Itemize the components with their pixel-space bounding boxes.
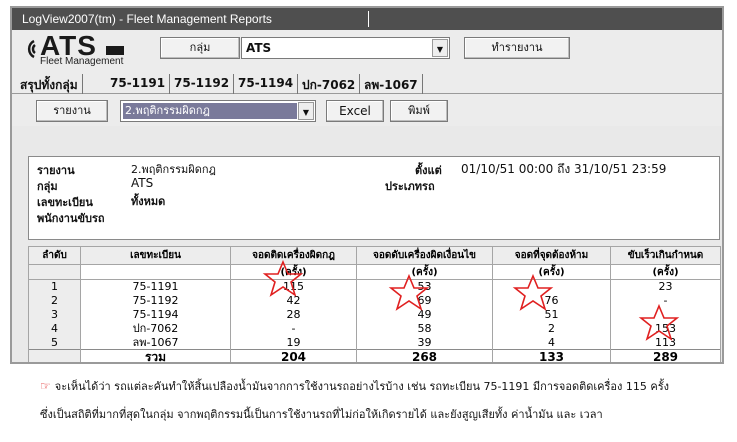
row-plate: 75-1191 xyxy=(80,279,231,294)
col-header-plate[interactable]: เลขทะเบียน xyxy=(80,246,231,265)
col-header-index[interactable]: ลำดับ xyxy=(28,246,81,265)
logo-subtitle: Fleet Management xyxy=(40,56,124,67)
violation-table: ลำดับ เลขทะเบียน จอดติดเครื่องผิดกฎ จอดด… xyxy=(28,246,721,362)
row-idle: - xyxy=(230,321,357,336)
tab-pk-7062[interactable]: ปก-7062 xyxy=(298,74,361,94)
pointing-hand-icon: ☞ xyxy=(40,379,51,393)
table-row[interactable]: 3 75-1194 28 49 51 xyxy=(28,307,721,322)
explanation-caption: ☞ จะเห็นได้ว่า รถแต่ละคันทำให้สิ้นเปลืองน… xyxy=(40,372,730,429)
unit-cell: (ครั้ง) xyxy=(610,264,721,280)
total-label: รวม xyxy=(80,349,231,362)
row-plate: ปก-7062 xyxy=(80,321,231,336)
row-overspeed: 23 xyxy=(610,279,721,294)
chevron-down-icon[interactable]: ▼ xyxy=(298,102,314,120)
row-plate: 75-1192 xyxy=(80,293,231,308)
row-overspeed: 153 xyxy=(610,321,721,336)
row-engine-off: 39 xyxy=(356,335,493,350)
title-bar: LogView2007(tm) - Fleet Management Repor… xyxy=(12,8,722,30)
col-header-forbidden-stop[interactable]: จอดที่จุดต้องห้าม xyxy=(492,246,611,265)
table-row[interactable]: 5 ลพ-1067 19 39 4 113 xyxy=(28,335,721,350)
row-overspeed: - xyxy=(610,293,721,308)
report-label-button[interactable]: รายงาน xyxy=(36,100,108,122)
tab-summary[interactable]: สรุปทั้งกลุ่ม xyxy=(16,74,83,94)
row-idle: 28 xyxy=(230,307,357,322)
run-report-button[interactable]: ทำรายงาน xyxy=(464,37,570,59)
row-idle: 42 xyxy=(230,293,357,308)
report-type-value: 2.พฤติกรรมผิดกฎ xyxy=(123,103,297,119)
logo-bar-shape xyxy=(106,46,124,55)
table-row[interactable]: 1 75-1191 115 53 23 xyxy=(28,279,721,294)
row-engine-off: 49 xyxy=(356,307,493,322)
row-engine-off: 53 xyxy=(356,279,493,294)
excel-export-button[interactable]: Excel xyxy=(326,100,384,122)
info-plate-value: ทั้งหมด xyxy=(131,195,166,208)
caption-line-2: ซึ่งเป็นสถิติที่มากที่สุดในกลุ่ม จากพฤติ… xyxy=(40,408,603,421)
row-index: 2 xyxy=(28,293,81,308)
row-index: 5 xyxy=(28,335,81,350)
info-group-value: ATS xyxy=(131,176,154,190)
row-idle: 115 xyxy=(230,279,357,294)
row-forbidden-stop: 4 xyxy=(492,335,611,350)
col-header-overspeed[interactable]: ขับเร็วเกินกำหนด xyxy=(610,246,721,265)
unit-row: (ครั้ง) (ครั้ง) (ครั้ง) (ครั้ง) xyxy=(28,264,721,280)
text-cursor xyxy=(368,11,369,27)
caption-line-1: ☞ จะเห็นได้ว่า รถแต่ละคันทำให้สิ้นเปลืองน… xyxy=(40,372,730,401)
row-engine-off: 58 xyxy=(356,321,493,336)
info-type-label: ประเภทรถ xyxy=(385,180,435,193)
signal-arc-icon xyxy=(27,39,36,59)
row-index: 1 xyxy=(28,279,81,294)
report-info-panel: รายงาน 2.พฤติกรรมผิดกฎ กลุ่ม ATS เลขทะเบ… xyxy=(28,156,720,240)
row-forbidden-stop: 2 xyxy=(492,321,611,336)
tab-75-1194[interactable]: 75-1194 xyxy=(234,74,299,94)
row-overspeed xyxy=(610,307,721,322)
total-overspeed: 289 xyxy=(610,349,721,362)
info-driver-label: พนักงานขับรถ xyxy=(37,212,105,225)
report-type-select[interactable]: 2.พฤติกรรมผิดกฎ ▼ xyxy=(120,100,316,122)
table-header-row: ลำดับ เลขทะเบียน จอดติดเครื่องผิดกฎ จอดด… xyxy=(28,246,721,265)
print-button[interactable]: พิมพ์ xyxy=(390,100,448,122)
row-forbidden-stop xyxy=(492,279,611,294)
tab-lp-1067[interactable]: ลพ-1067 xyxy=(360,74,423,94)
total-engine-off: 268 xyxy=(356,349,493,362)
ats-logo: ATS Fleet Management xyxy=(20,30,160,69)
group-button[interactable]: กลุ่ม xyxy=(160,37,240,59)
window-title: LogView2007(tm) - Fleet Management Repor… xyxy=(22,12,272,26)
tab-bar: สรุปทั้งกลุ่ม 75-1191 75-1192 75-1194 ปก… xyxy=(12,70,722,94)
row-forbidden-stop: 76 xyxy=(492,293,611,308)
tab-75-1191[interactable]: 75-1191 xyxy=(106,74,171,94)
row-overspeed: 113 xyxy=(610,335,721,350)
unit-cell xyxy=(80,264,231,280)
report-toolbar: รายงาน 2.พฤติกรรมผิดกฎ ▼ Excel พิมพ์ xyxy=(12,94,722,126)
row-engine-off: 69 xyxy=(356,293,493,308)
row-index: 4 xyxy=(28,321,81,336)
col-header-engine-off[interactable]: จอดดับเครื่องผิดเงื่อนไข xyxy=(356,246,493,265)
unit-cell xyxy=(28,264,81,280)
row-idle: 19 xyxy=(230,335,357,350)
total-idle: 204 xyxy=(230,349,357,362)
caption-text-1: จะเห็นได้ว่า รถแต่ละคันทำให้สิ้นเปลืองน้… xyxy=(54,380,670,393)
table-row[interactable]: 4 ปก-7062 - 58 2 153 xyxy=(28,321,721,336)
chevron-down-icon[interactable]: ▼ xyxy=(432,39,448,57)
total-index-cell xyxy=(28,349,81,362)
col-header-idle[interactable]: จอดติดเครื่องผิดกฎ xyxy=(230,246,357,265)
info-since-value: 01/10/51 00:00 ถึง 31/10/51 23:59 xyxy=(461,162,667,176)
row-index: 3 xyxy=(28,307,81,322)
tab-75-1192[interactable]: 75-1192 xyxy=(170,74,235,94)
table-row[interactable]: 2 75-1192 42 69 76 - xyxy=(28,293,721,308)
unit-cell: (ครั้ง) xyxy=(356,264,493,280)
total-row: รวม 204 268 133 289 xyxy=(28,349,721,362)
group-select-value: ATS xyxy=(246,41,272,55)
unit-cell: (ครั้ง) xyxy=(230,264,357,280)
group-select[interactable]: ATS ▼ xyxy=(241,37,450,59)
row-plate: 75-1194 xyxy=(80,307,231,322)
row-forbidden-stop: 51 xyxy=(492,307,611,322)
row-plate: ลพ-1067 xyxy=(80,335,231,350)
top-toolbar: ATS Fleet Management กลุ่ม ATS ▼ ทำรายงา… xyxy=(12,30,722,70)
app-window: LogView2007(tm) - Fleet Management Repor… xyxy=(10,6,724,364)
total-forbidden-stop: 133 xyxy=(492,349,611,362)
unit-cell: (ครั้ง) xyxy=(492,264,611,280)
